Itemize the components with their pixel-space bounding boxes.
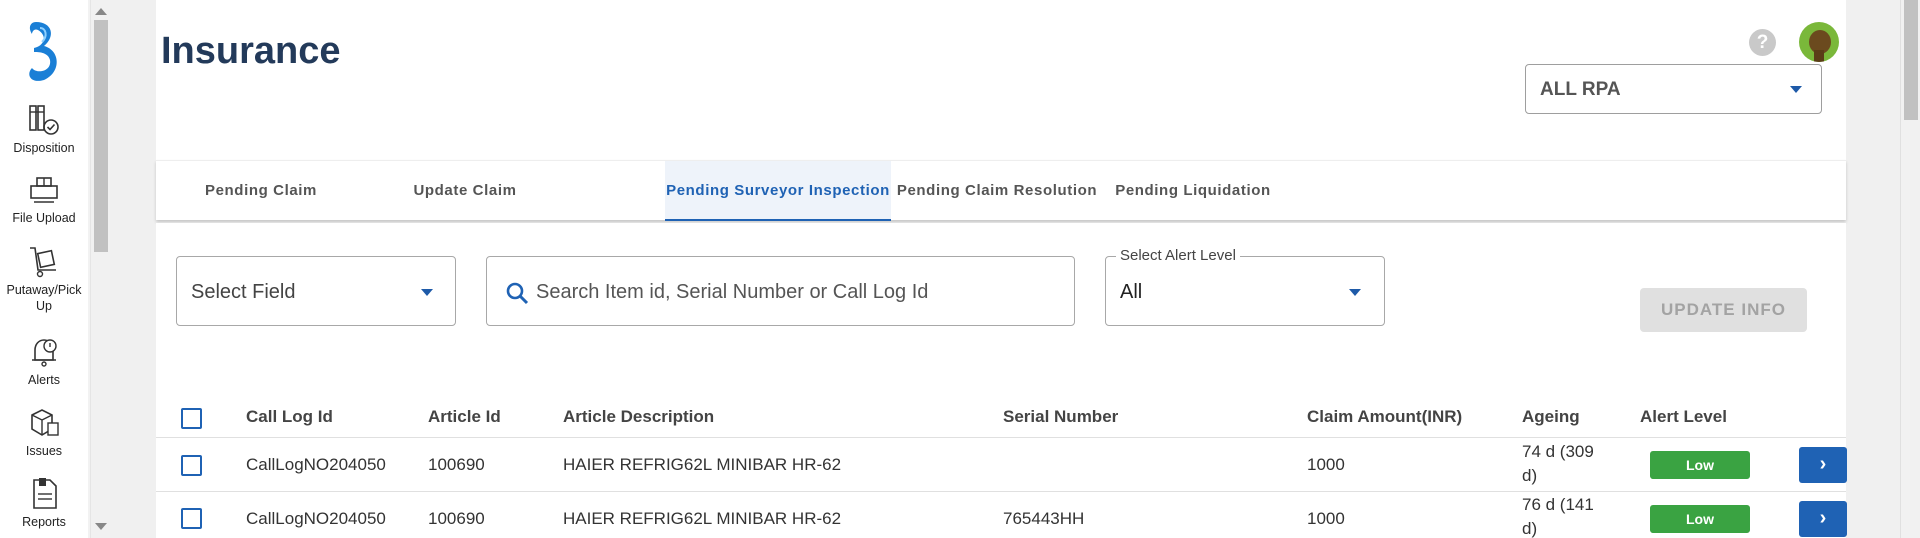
chevron-down-icon (421, 289, 433, 296)
select-all-checkbox[interactable] (181, 408, 202, 429)
rpa-select-value: ALL RPA (1540, 79, 1621, 100)
avatar-neck (1814, 50, 1824, 62)
scroll-down-arrow-icon[interactable] (95, 523, 107, 530)
alert-level-badge: Low (1650, 505, 1750, 533)
nav-label-disposition: Disposition (13, 141, 75, 155)
select-field-dropdown[interactable]: Select Field (176, 256, 456, 326)
rpa-select[interactable]: ALL RPA (1525, 64, 1822, 114)
chevron-down-icon (1790, 86, 1802, 93)
col-claim-amount[interactable]: Claim Amount(INR) (1307, 407, 1462, 427)
nav-item-alerts[interactable]: Alerts (0, 334, 88, 388)
tab-pending-claim-resolution[interactable]: Pending Claim Resolution (891, 161, 1103, 221)
nav-label-file-upload: File Upload (12, 211, 76, 225)
row-divider (156, 491, 1846, 492)
col-article-id[interactable]: Article Id (428, 407, 501, 427)
col-alert-level[interactable]: Alert Level (1640, 407, 1727, 427)
nav-scrollbar[interactable] (90, 0, 110, 538)
nav-label-alerts: Alerts (28, 373, 60, 387)
update-info-button[interactable]: UPDATE INFO (1640, 288, 1807, 332)
cell-call-log-id: CallLogNO204050 (246, 509, 386, 528)
search-placeholder: Search Item id, Serial Number or Call Lo… (536, 281, 929, 303)
nav-label-reports: Reports (22, 515, 66, 529)
app-logo-icon[interactable] (22, 18, 66, 84)
file-upload-icon (30, 177, 58, 203)
page-scrollbar[interactable] (1900, 0, 1920, 538)
col-article-description[interactable]: Article Description (563, 407, 714, 427)
tab-pending-surveyor-inspection[interactable]: Pending Surveyor Inspection (665, 161, 891, 221)
nav-item-issues[interactable]: Issues (0, 405, 88, 459)
search-input[interactable]: Search Item id, Serial Number or Call Lo… (486, 256, 1075, 326)
cell-article-id: 100690 (428, 455, 485, 474)
col-serial-number[interactable]: Serial Number (1003, 407, 1118, 427)
col-ageing[interactable]: Ageing (1522, 407, 1580, 427)
header-divider (156, 437, 1846, 438)
cell-article-id: 100690 (428, 509, 485, 528)
nav-scrollbar-thumb[interactable] (94, 20, 108, 252)
left-navigation: Disposition File Upload Putaway/Pick Up … (0, 0, 88, 538)
cell-article-description: HAIER REFRIG62L MINIBAR HR-62 (563, 455, 842, 474)
select-field-placeholder: Select Field (191, 281, 296, 303)
row-open-button[interactable]: › (1799, 447, 1847, 483)
nav-item-disposition[interactable]: Disposition (0, 102, 88, 156)
row-open-button[interactable]: › (1799, 501, 1847, 537)
scroll-up-arrow-icon[interactable] (95, 8, 107, 15)
nav-item-putaway[interactable]: Putaway/Pick Up (0, 244, 88, 314)
help-icon[interactable]: ? (1749, 29, 1776, 56)
page-scrollbar-thumb[interactable] (1904, 0, 1918, 120)
tab-pending-claim-registration[interactable]: Pending Claim Registration (156, 161, 366, 259)
alert-level-dropdown[interactable]: Select Alert Level All (1105, 247, 1385, 326)
row-checkbox[interactable] (181, 455, 202, 476)
alert-bell-icon (32, 339, 57, 367)
user-avatar[interactable] (1799, 22, 1839, 62)
cell-call-log-id: CallLogNO204050 (246, 455, 386, 474)
nav-item-reports[interactable]: Reports (0, 476, 88, 530)
alert-level-value: All (1120, 281, 1143, 303)
putaway-icon (30, 247, 56, 278)
cell-article-description: HAIER REFRIG62L MINIBAR HR-62 (563, 509, 842, 528)
search-icon (506, 282, 529, 305)
alert-level-label: Select Alert Level (1116, 247, 1240, 264)
col-call-log-id[interactable]: Call Log Id (246, 407, 333, 427)
reports-icon (33, 478, 57, 509)
chevron-down-icon (1349, 289, 1361, 296)
cell-claim-amount: 1000 (1307, 455, 1345, 474)
nav-item-file-upload[interactable]: File Upload (0, 172, 88, 226)
tab-pending-liquidation[interactable]: Pending Liquidation (1103, 161, 1283, 221)
cell-ageing: 76 d (141 d) (1522, 495, 1594, 538)
row-checkbox[interactable] (181, 508, 202, 529)
cell-ageing: 74 d (309 d) (1522, 442, 1594, 485)
disposition-icon (29, 105, 59, 135)
tab-bar: Pending Claim Registration Update Claim … (156, 160, 1846, 259)
nav-label-putaway: Putaway/Pick Up (6, 283, 82, 313)
page-title: Insurance (161, 30, 341, 72)
tab-update-claim-registration[interactable]: Update Claim Registration (366, 161, 564, 259)
alert-level-badge: Low (1650, 451, 1750, 479)
issues-box-icon (31, 409, 59, 436)
cell-claim-amount: 1000 (1307, 509, 1345, 528)
nav-label-issues: Issues (25, 444, 63, 458)
cell-serial-number: 765443HH (1003, 509, 1085, 528)
